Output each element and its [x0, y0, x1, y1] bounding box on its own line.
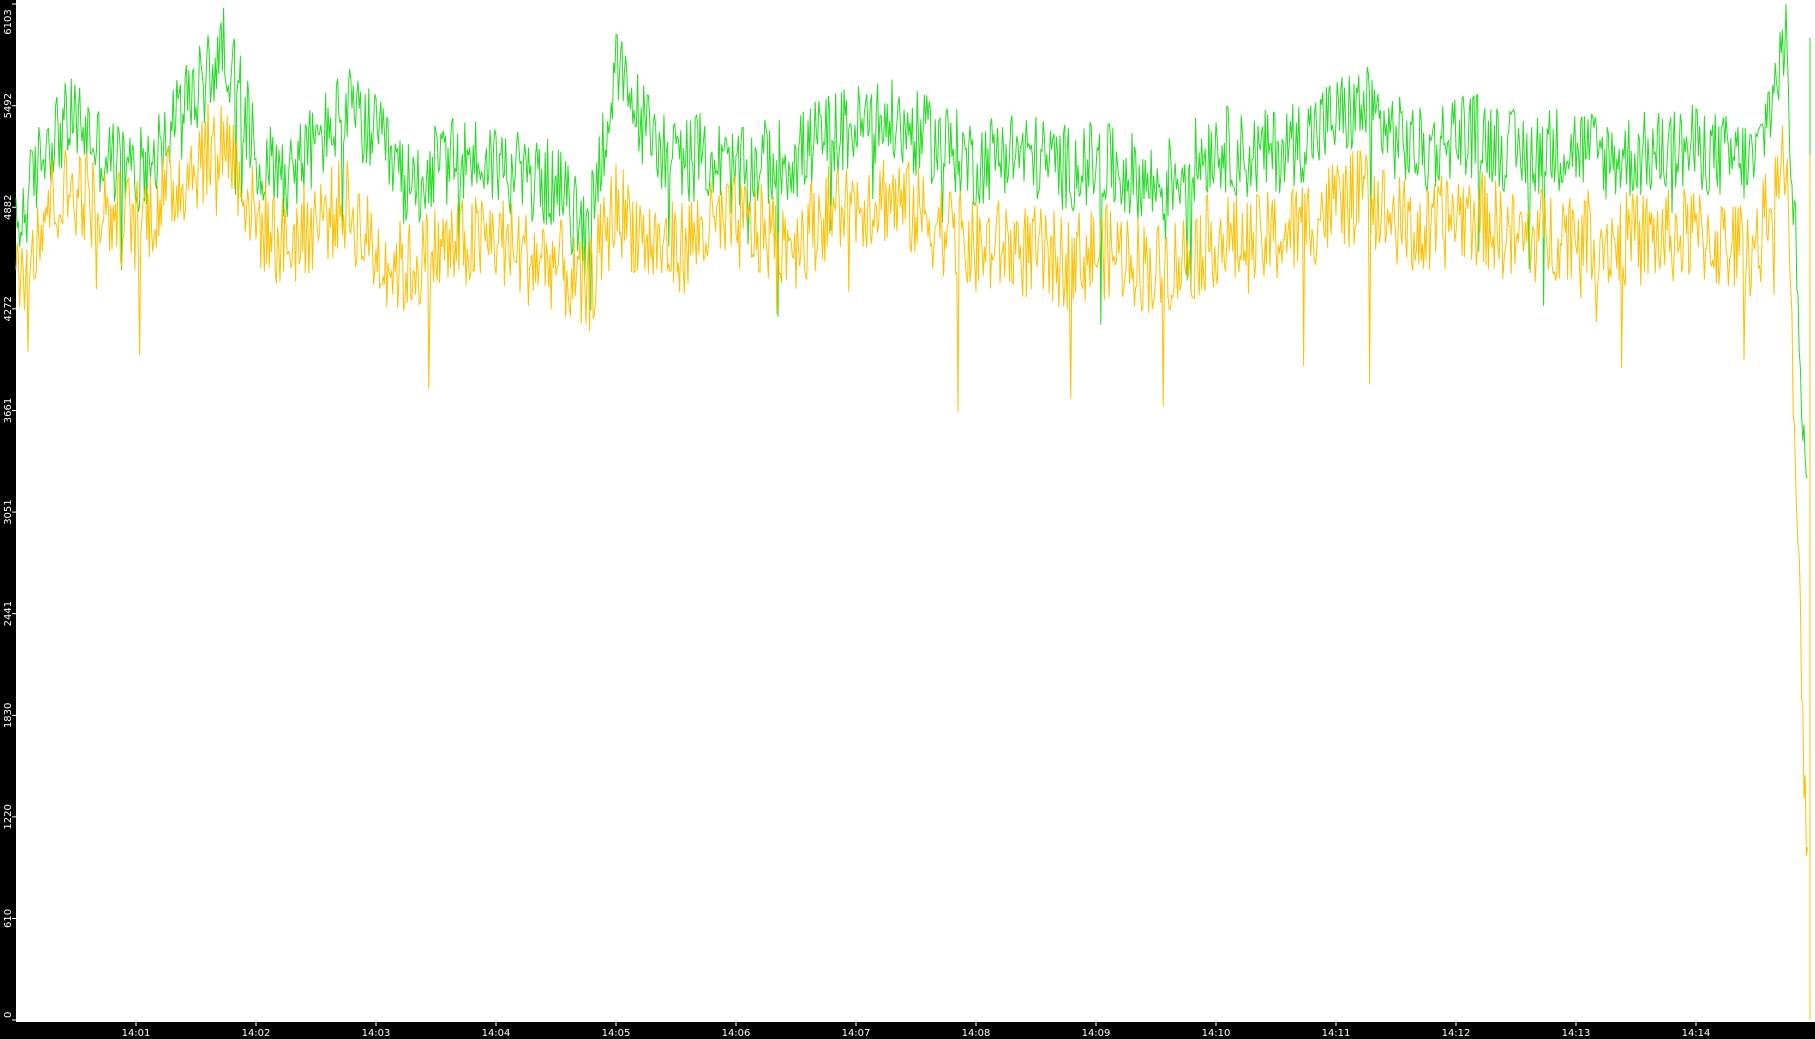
line-chart: 0 610 1220 1830 2441 3051 3661 4272 4882 5492 6103… [3, 3, 1811, 1039]
y-tick-label: 1220 [3, 804, 14, 829]
chart-frame: 0 610 1220 1830 2441 3051 3661 4272 4882 5492 6103… [0, 0, 1815, 1039]
y-tick-label: 610 [3, 909, 14, 928]
x-tick-label: 14:09 [1082, 1028, 1111, 1039]
series-layer [15, 3, 1811, 1020]
x-tick-label: 14:05 [602, 1028, 631, 1039]
x-tick-label: 14:01 [122, 1028, 151, 1039]
x-tick-label: 14:08 [962, 1028, 991, 1039]
y-tick-label: 6103 [3, 9, 14, 34]
y-tick-label: 5492 [3, 93, 14, 118]
x-axis-ticks: 14:01 14:02 14:03 14:04 14:05 14:06 14:07 14:08… [122, 1022, 1711, 1039]
y-tick-label: 4882 [3, 195, 14, 220]
x-tick-label: 14:02 [242, 1028, 271, 1039]
x-tick-label: 14:06 [722, 1028, 751, 1039]
x-tick-label: 14:04 [482, 1028, 511, 1039]
x-tick-label: 14:07 [842, 1028, 871, 1039]
y-tick-label: 4272 [3, 296, 14, 321]
y-tick-label: 3661 [3, 398, 14, 423]
x-tick-label: 14:12 [1442, 1028, 1471, 1039]
x-tick-label: 14:14 [1682, 1028, 1711, 1039]
x-tick-label: 14:11 [1322, 1028, 1351, 1039]
y-tick-label: 1830 [3, 703, 14, 728]
series-2-line [15, 104, 1809, 857]
x-tick-label: 14:03 [362, 1028, 391, 1039]
y-tick-label: 2441 [3, 601, 14, 626]
y-tick-label: 0 [3, 1012, 14, 1018]
y-axis-ticks: 0 610 1220 1830 2441 3051 3661 4272 4882 5492 6103 [3, 3, 16, 1021]
x-tick-label: 14:10 [1202, 1028, 1231, 1039]
y-tick-label: 3051 [3, 499, 14, 524]
x-tick-label: 14:13 [1562, 1028, 1591, 1039]
